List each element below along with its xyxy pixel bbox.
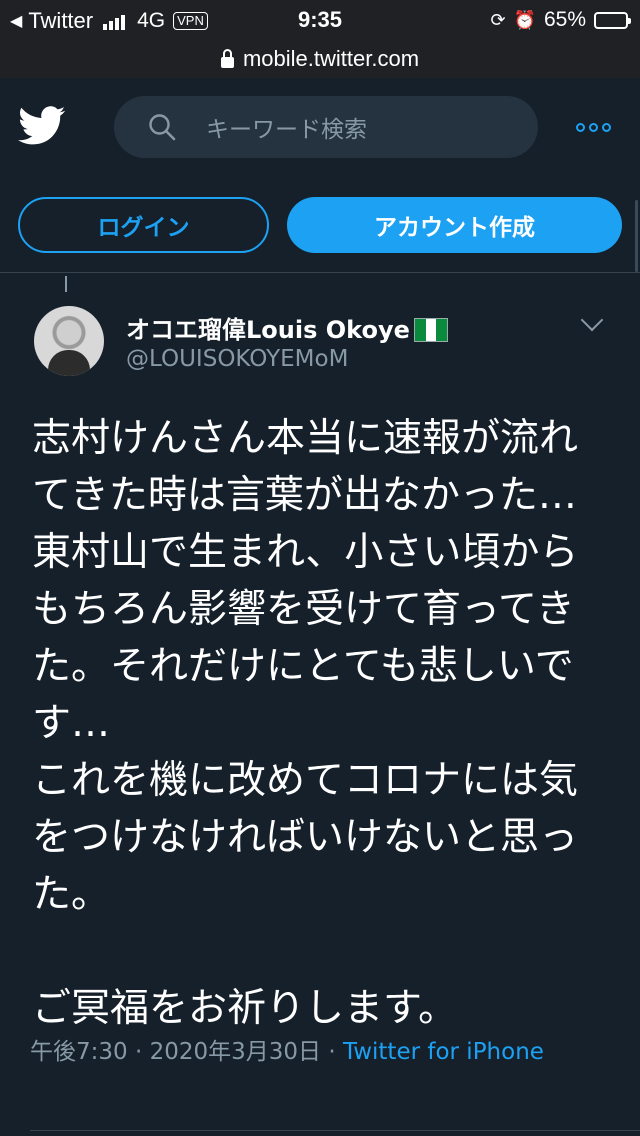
- status-bar: ◀ Twitter 4G VPN 9:35 ⟳ ⏰ 65%: [0, 0, 640, 40]
- tweet-text: 志村けんさん本当に速報が流れてきた時は言葉が出なかった…東村山で生まれ、小さい頃…: [32, 416, 579, 1031]
- avatar[interactable]: [34, 306, 104, 376]
- search-input[interactable]: キーワード検索: [206, 110, 367, 144]
- url-text[interactable]: mobile.twitter.com: [243, 46, 419, 72]
- search-box[interactable]: キーワード検索: [114, 96, 538, 158]
- twitter-bird-icon[interactable]: [18, 106, 66, 146]
- tweet-divider: [30, 1130, 640, 1131]
- meta-separator: ·: [328, 1039, 336, 1065]
- thread-connector: [65, 276, 67, 292]
- tweet-time[interactable]: 午後7:30: [30, 1039, 128, 1065]
- search-icon: [149, 114, 176, 141]
- lock-icon: [220, 48, 234, 68]
- user-handle[interactable]: @LOUISOKOYEMoM: [126, 346, 348, 372]
- header-divider: [0, 272, 640, 273]
- chevron-down-icon[interactable]: [580, 308, 604, 332]
- display-name[interactable]: オコエ瑠偉Louis Okoye: [126, 316, 410, 344]
- alarm-icon: ⏰: [513, 9, 536, 30]
- site-header: キーワード検索: [0, 78, 640, 178]
- url-bar[interactable]: mobile.twitter.com: [0, 40, 640, 78]
- nigeria-flag-icon: [413, 318, 448, 342]
- tweet-meta: 午後7:30 · 2020年3月30日 · Twitter for iPhone: [30, 1034, 570, 1070]
- battery-percent: 65%: [543, 8, 586, 31]
- tweet-author[interactable]: オコエ瑠偉Louis Okoye: [126, 310, 448, 345]
- tweet-source[interactable]: Twitter for iPhone: [343, 1039, 544, 1065]
- status-bar-right: ⟳ ⏰ 65%: [490, 8, 631, 32]
- meta-separator: ·: [134, 1039, 143, 1065]
- signup-button[interactable]: アカウント作成: [287, 197, 622, 253]
- tweet-date[interactable]: 2020年3月30日: [150, 1039, 321, 1065]
- orientation-lock-icon: ⟳: [490, 9, 506, 30]
- login-button[interactable]: ログイン: [18, 197, 269, 253]
- battery-icon: [594, 11, 631, 29]
- more-options-icon[interactable]: [576, 123, 611, 132]
- page-scrollbar[interactable]: [635, 200, 638, 272]
